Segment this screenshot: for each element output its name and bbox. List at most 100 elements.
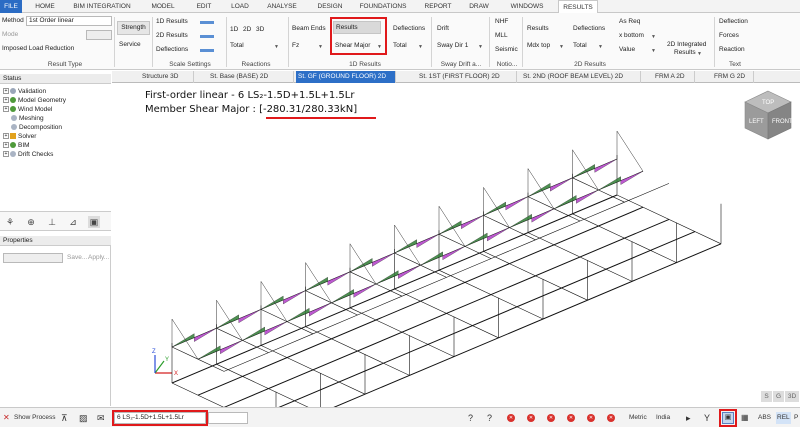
- picture-icon[interactable]: ▨: [79, 412, 88, 424]
- as-req-button[interactable]: As Req: [619, 18, 640, 25]
- lock-icon[interactable]: ▣: [88, 216, 100, 228]
- service-button[interactable]: Service: [119, 41, 141, 48]
- text-deflection-button[interactable]: Deflection: [719, 18, 748, 25]
- imposed-load-reduction[interactable]: Imposed Load Reduction: [2, 45, 74, 52]
- sway-dir-dropdown[interactable]: Sway Dir 1: [437, 42, 468, 49]
- reactions-2d[interactable]: 2D: [243, 26, 251, 33]
- menu-tab-draw[interactable]: DRAW: [464, 0, 494, 13]
- force-component-dropdown[interactable]: Fz: [292, 42, 299, 49]
- error-icon[interactable]: ✕: [587, 414, 595, 422]
- units-label[interactable]: Metric: [629, 412, 647, 424]
- reactions-total-dropdown[interactable]: Total: [230, 42, 244, 49]
- menu-tab-report[interactable]: REPORT: [420, 0, 456, 13]
- mll-button[interactable]: MLL: [495, 32, 508, 39]
- tab-st-base[interactable]: St. Base (BASE) 2D: [208, 71, 294, 83]
- tree-item-model-geometry[interactable]: + Model Geometry: [3, 97, 66, 105]
- error-icon[interactable]: ✕: [607, 414, 615, 422]
- error-icon[interactable]: ✕: [567, 414, 575, 422]
- reactions-1d[interactable]: 1D: [230, 26, 238, 33]
- tree-item-validation[interactable]: + Validation: [3, 88, 46, 96]
- expand-icon[interactable]: +: [3, 142, 9, 149]
- help-icon[interactable]: ?: [487, 412, 492, 424]
- grid-icon[interactable]: ▦: [741, 412, 749, 424]
- arrow-right-icon[interactable]: ▸: [686, 412, 691, 424]
- p-button[interactable]: P: [794, 412, 798, 424]
- menu-tab-file[interactable]: FILE: [0, 0, 22, 13]
- method-dropdown[interactable]: 1st Order linear: [26, 16, 112, 26]
- scale-icon[interactable]: ⊼: [61, 412, 68, 424]
- menu-tab-windows[interactable]: WINDOWS: [504, 0, 550, 13]
- strength-button[interactable]: Strength: [117, 21, 150, 35]
- tree-item-meshing[interactable]: Meshing: [11, 115, 44, 123]
- integrated-results-line2[interactable]: Results: [674, 49, 696, 56]
- view-button-g[interactable]: G: [773, 391, 784, 402]
- drift-button[interactable]: Drift: [437, 25, 449, 32]
- integrated-results-line1[interactable]: 2D Integrated: [667, 41, 706, 48]
- scale-deflections-slider[interactable]: [200, 49, 214, 52]
- region-label[interactable]: India: [656, 412, 670, 424]
- total-1d-dropdown[interactable]: Total: [393, 42, 407, 49]
- menu-tab-bim-integration[interactable]: BIM INTEGRATION: [64, 0, 140, 13]
- close-icon[interactable]: ✕: [3, 412, 10, 424]
- scale-1d-slider[interactable]: [200, 21, 214, 24]
- error-icon[interactable]: ✕: [527, 414, 535, 422]
- tree-item-bim[interactable]: + BIM: [3, 142, 30, 150]
- mode-dropdown[interactable]: [86, 30, 112, 40]
- reactions-3d[interactable]: 3D: [256, 26, 264, 33]
- properties-filter-dropdown[interactable]: [3, 253, 63, 263]
- tab-st-1st[interactable]: St. 1ST (FIRST FLOOR) 2D: [417, 71, 517, 83]
- mdx-top-dropdown[interactable]: Mdx top: [527, 42, 550, 49]
- beam-ends-button[interactable]: Beam Ends: [292, 25, 326, 32]
- help-icon[interactable]: ?: [468, 412, 473, 424]
- error-icon[interactable]: ✕: [507, 414, 515, 422]
- show-process-button[interactable]: Show Process: [14, 412, 56, 424]
- menu-tab-results[interactable]: RESULTS: [558, 0, 598, 14]
- scale-2d-slider[interactable]: [200, 35, 214, 38]
- view-cube[interactable]: TOP LEFT FRONT: [742, 89, 794, 141]
- seismic-button[interactable]: Seismic: [495, 46, 518, 53]
- expand-icon[interactable]: +: [3, 151, 9, 158]
- tree-item-solver[interactable]: + Solver: [3, 133, 36, 141]
- total-2d-dropdown[interactable]: Total: [573, 42, 587, 49]
- menu-tab-edit[interactable]: EDIT: [190, 0, 218, 13]
- load-icon[interactable]: ⊥: [46, 216, 58, 228]
- text-forces-button[interactable]: Forces: [719, 32, 739, 39]
- expand-icon[interactable]: +: [3, 97, 9, 104]
- abs-button[interactable]: ABS: [758, 412, 771, 424]
- tree-item-drift-checks[interactable]: + Drift Checks: [3, 151, 53, 159]
- menu-tab-analyse[interactable]: ANALYSE: [260, 0, 304, 13]
- deflections-2d-button[interactable]: Deflections: [573, 25, 605, 32]
- results-2d-button[interactable]: Results: [527, 25, 549, 32]
- tab-st-2nd[interactable]: St. 2ND (ROOF BEAM LEVEL) 2D: [521, 71, 641, 83]
- tab-structure-3d[interactable]: Structure 3D: [140, 71, 194, 83]
- tree-view-icon[interactable]: ⚘: [4, 216, 16, 228]
- menu-tab-home[interactable]: HOME: [30, 0, 60, 13]
- tab-frm-g[interactable]: FRM G 2D: [712, 71, 754, 83]
- model-viewport[interactable]: First-order linear - 6 LS₂-1.5D+1.5L+1.5…: [112, 83, 800, 407]
- expand-icon[interactable]: +: [3, 88, 9, 95]
- combo-extra-field[interactable]: [208, 412, 248, 424]
- menu-tab-foundations[interactable]: FOUNDATIONS: [354, 0, 412, 13]
- deflections-1d-button[interactable]: Deflections: [393, 25, 425, 32]
- mail-icon[interactable]: ✉: [97, 412, 105, 424]
- menu-tab-model[interactable]: MODEL: [146, 0, 180, 13]
- properties-apply-button[interactable]: Apply...: [88, 254, 109, 261]
- tree-item-wind-model[interactable]: + Wind Model: [3, 106, 52, 114]
- value-dropdown[interactable]: Value: [619, 46, 635, 53]
- menu-tab-load[interactable]: LOAD: [226, 0, 254, 13]
- text-reaction-button[interactable]: Reaction: [719, 46, 745, 53]
- properties-save-button[interactable]: Save...: [67, 254, 87, 261]
- error-icon[interactable]: ✕: [547, 414, 555, 422]
- tree-item-decomposition[interactable]: Decomposition: [11, 124, 62, 132]
- tab-st-gf[interactable]: St. GF (GROUND FLOOR) 2D: [296, 71, 396, 83]
- expand-icon[interactable]: +: [3, 133, 9, 140]
- snap-icon[interactable]: Y: [704, 412, 710, 424]
- globe-icon[interactable]: ⊕: [25, 216, 37, 228]
- nhf-button[interactable]: NHF: [495, 18, 508, 25]
- expand-icon[interactable]: +: [3, 106, 9, 113]
- menu-tab-design[interactable]: DESIGN: [312, 0, 348, 13]
- graph-icon[interactable]: ⊿: [67, 216, 79, 228]
- rel-button[interactable]: REL: [776, 412, 791, 424]
- x-bottom-dropdown[interactable]: x bottom: [619, 32, 644, 39]
- view-button-s[interactable]: S: [761, 391, 772, 402]
